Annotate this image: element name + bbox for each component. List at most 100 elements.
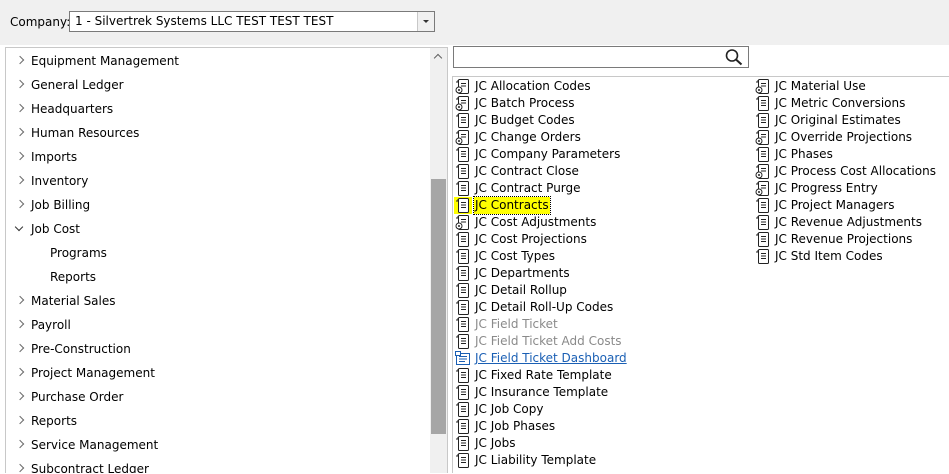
program-item-label: JC Cost Projections bbox=[475, 232, 587, 246]
form-icon bbox=[755, 231, 771, 248]
program-item-label: JC Budget Codes bbox=[475, 113, 575, 127]
tree-item-label: Reports bbox=[31, 414, 78, 428]
tree-scroll-thumb[interactable] bbox=[431, 179, 446, 434]
chevron-right-icon[interactable] bbox=[16, 121, 26, 145]
tree-item-label: Pre-Construction bbox=[31, 342, 131, 356]
tree-item[interactable]: Imports bbox=[6, 145, 431, 169]
program-item-label: JC Cost Adjustments bbox=[475, 215, 597, 229]
tree-item-label: Payroll bbox=[31, 318, 71, 332]
process-form-icon bbox=[755, 163, 771, 180]
process-form-icon bbox=[455, 95, 471, 112]
process-form-icon bbox=[455, 129, 471, 146]
tree-item[interactable]: Equipment Management bbox=[6, 49, 431, 73]
tree-item[interactable]: Payroll bbox=[6, 313, 431, 337]
tree-item[interactable]: Job Billing bbox=[6, 193, 431, 217]
chevron-right-icon[interactable] bbox=[16, 313, 26, 337]
form-icon bbox=[755, 197, 771, 214]
tree-item-label: Headquarters bbox=[31, 102, 114, 116]
tree-item[interactable]: Service Management bbox=[6, 433, 431, 457]
program-item-label: JC Override Projections bbox=[775, 130, 913, 144]
company-select[interactable]: 1 - Silvertrek Systems LLC TEST TEST TES… bbox=[69, 11, 435, 32]
chevron-right-icon[interactable] bbox=[16, 457, 26, 473]
tree-item-label: Material Sales bbox=[31, 294, 116, 308]
form-icon bbox=[755, 112, 771, 129]
program-item-label: JC Field Ticket bbox=[475, 317, 558, 331]
tree-item-label: Human Resources bbox=[31, 126, 140, 140]
form-icon bbox=[755, 214, 771, 231]
chevron-right-icon[interactable] bbox=[16, 433, 26, 457]
tree-item[interactable]: Purchase Order bbox=[6, 385, 431, 409]
chevron-right-icon[interactable] bbox=[16, 169, 26, 193]
program-item-label: JC Cost Types bbox=[475, 249, 556, 263]
program-item-label: JC Insurance Template bbox=[475, 385, 609, 399]
program-item-label: JC Std Item Codes bbox=[775, 249, 883, 263]
search-icon[interactable] bbox=[724, 48, 744, 66]
tree-item[interactable]: Programs bbox=[6, 241, 431, 265]
chevron-right-icon[interactable] bbox=[16, 145, 26, 169]
chevron-right-icon[interactable] bbox=[16, 97, 26, 121]
chevron-right-icon[interactable] bbox=[16, 409, 26, 433]
form-icon bbox=[455, 316, 471, 333]
process-form-icon bbox=[755, 78, 771, 95]
form-icon bbox=[455, 231, 471, 248]
tree-item[interactable]: Project Management bbox=[6, 361, 431, 385]
process-form-icon bbox=[455, 214, 471, 231]
chevron-right-icon[interactable] bbox=[16, 337, 26, 361]
chevron-right-icon[interactable] bbox=[16, 361, 26, 385]
tree-item[interactable]: Subcontract Ledger bbox=[6, 457, 431, 473]
form-icon bbox=[455, 418, 471, 435]
tree-item[interactable]: Headquarters bbox=[6, 97, 431, 121]
chevron-right-icon[interactable] bbox=[16, 289, 26, 313]
program-item-label: JC Contract Purge bbox=[475, 181, 581, 195]
tree-item-label: Reports bbox=[50, 270, 97, 284]
program-item-label: JC Allocation Codes bbox=[475, 79, 591, 93]
form-icon bbox=[455, 180, 471, 197]
company-value: 1 - Silvertrek Systems LLC TEST TEST TES… bbox=[75, 14, 334, 28]
chevron-down-icon[interactable] bbox=[417, 12, 434, 31]
form-icon bbox=[455, 333, 471, 350]
tree-item[interactable]: General Ledger bbox=[6, 73, 431, 97]
program-item-label: JC Liability Template bbox=[475, 453, 597, 467]
program-item-label: JC Progress Entry bbox=[775, 181, 878, 195]
program-item-label: JC Metric Conversions bbox=[775, 96, 906, 110]
tree-item[interactable]: Pre-Construction bbox=[6, 337, 431, 361]
form-icon bbox=[755, 146, 771, 163]
tree-item-label: Imports bbox=[31, 150, 78, 164]
tree-item[interactable]: Inventory bbox=[6, 169, 431, 193]
form-icon bbox=[455, 401, 471, 418]
tree-item[interactable]: Reports bbox=[6, 409, 431, 433]
program-item-label: JC Field Ticket Dashboard bbox=[475, 351, 627, 365]
form-icon bbox=[455, 282, 471, 299]
tree-item-label: Subcontract Ledger bbox=[31, 462, 149, 473]
chevron-right-icon[interactable] bbox=[16, 193, 26, 217]
process-form-icon bbox=[455, 78, 471, 95]
tree-item-label: General Ledger bbox=[31, 78, 124, 92]
program-item-label: JC Field Ticket Add Costs bbox=[475, 334, 622, 348]
chevron-down-icon[interactable] bbox=[16, 217, 26, 241]
tree-item-label: Equipment Management bbox=[31, 54, 180, 68]
form-icon bbox=[455, 197, 471, 214]
company-label: Company: bbox=[10, 15, 71, 29]
tree-item-label: Programs bbox=[50, 246, 107, 260]
tree-item[interactable]: Job Cost bbox=[6, 217, 431, 241]
tree-scrollbar[interactable] bbox=[430, 48, 447, 473]
program-item-label: JC Departments bbox=[475, 266, 570, 280]
tree-item-label: Job Cost bbox=[31, 222, 80, 236]
tree-item[interactable]: Reports bbox=[6, 265, 431, 289]
tree-item[interactable]: Material Sales bbox=[6, 289, 431, 313]
form-icon bbox=[455, 163, 471, 180]
program-item-label: JC Revenue Projections bbox=[775, 232, 913, 246]
program-item-label: JC Job Copy bbox=[475, 402, 544, 416]
search-input[interactable] bbox=[453, 46, 749, 68]
tree-item-label: Project Management bbox=[31, 366, 155, 380]
scroll-up-arrow-icon[interactable] bbox=[430, 48, 447, 65]
tree-item[interactable]: Human Resources bbox=[6, 121, 431, 145]
chevron-right-icon[interactable] bbox=[16, 73, 26, 97]
form-icon bbox=[755, 95, 771, 112]
chevron-right-icon[interactable] bbox=[16, 385, 26, 409]
form-icon bbox=[455, 265, 471, 282]
chevron-right-icon[interactable] bbox=[16, 49, 26, 73]
tree-item-label: Inventory bbox=[31, 174, 89, 188]
form-icon bbox=[455, 112, 471, 129]
form-icon bbox=[455, 384, 471, 401]
